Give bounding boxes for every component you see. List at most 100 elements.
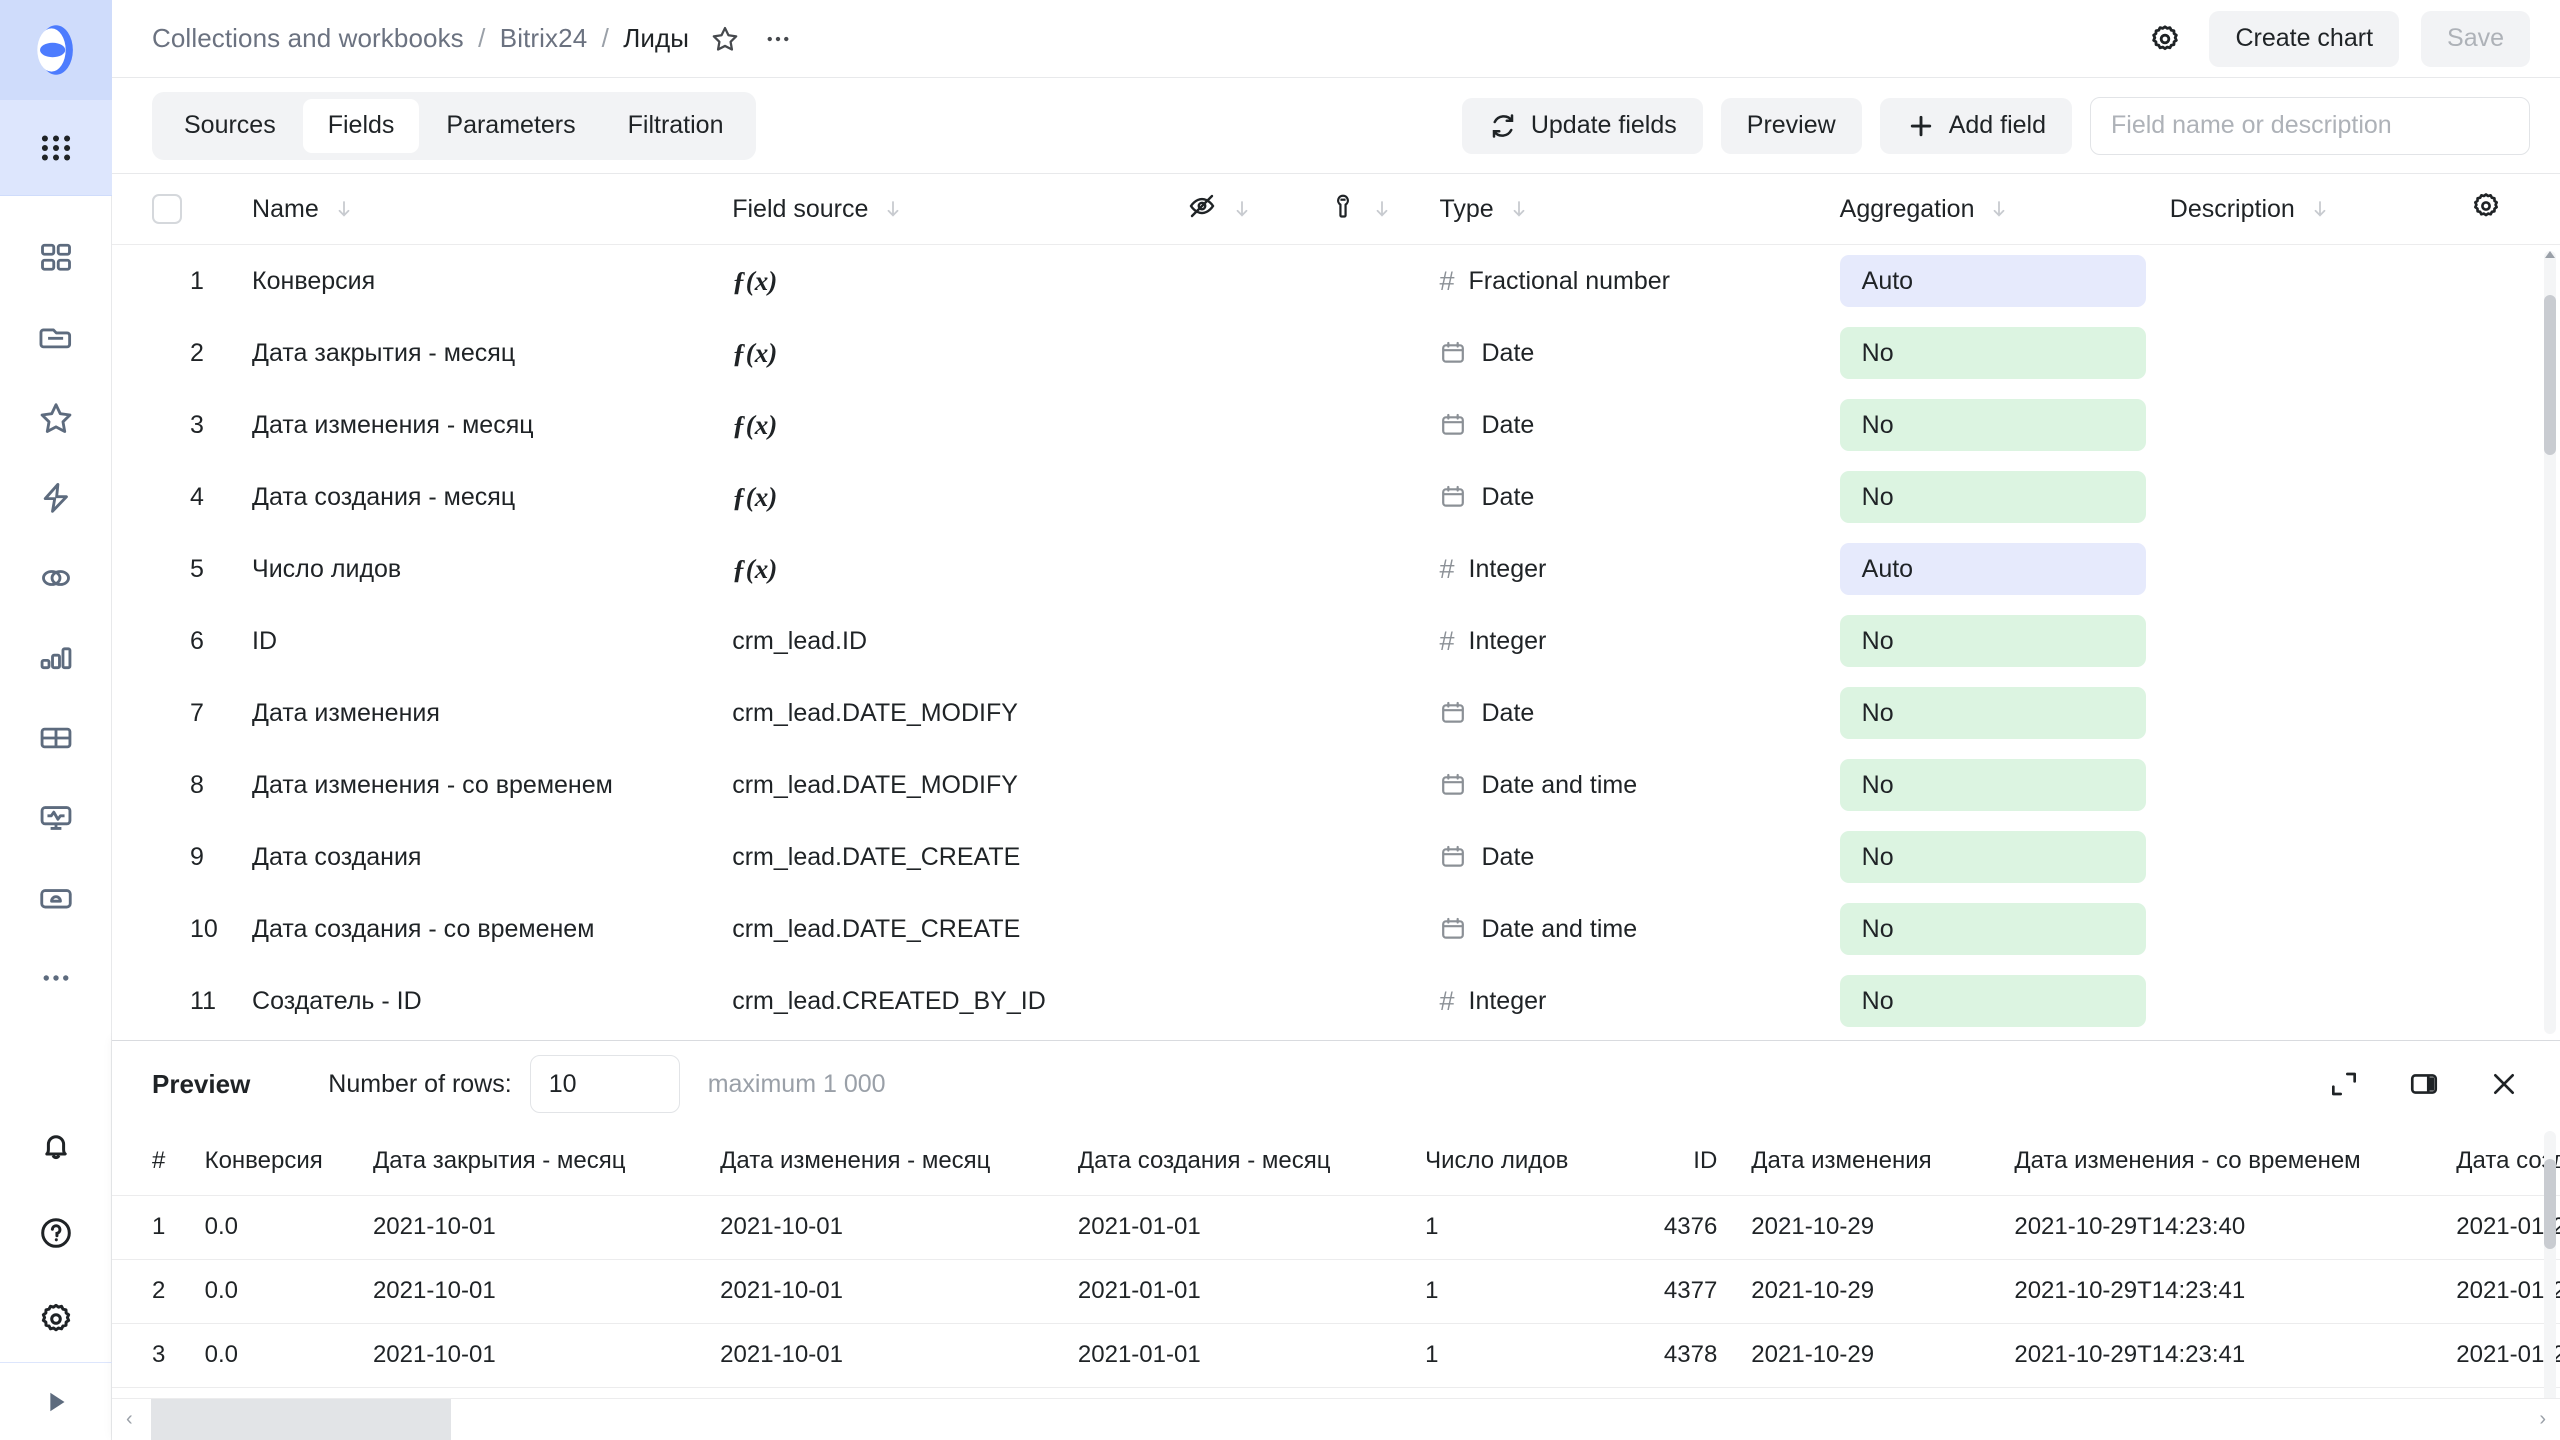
field-name-cell[interactable]: Дата создания - со временем (252, 893, 732, 965)
field-aggregation-cell[interactable]: No (1840, 605, 2170, 677)
preview-horizontal-scrollbar[interactable]: ‹ › (112, 1398, 2560, 1440)
fields-table-body[interactable]: 1Конверсияƒ(x)#Fractional numberAuto2Дат… (112, 245, 2560, 1040)
aggregation-badge[interactable]: Auto (1840, 543, 2146, 595)
formula-icon[interactable]: ƒ(x) (732, 554, 777, 584)
field-aggregation-cell[interactable]: Auto (1840, 245, 2170, 317)
field-type-cell[interactable]: #Fractional number (1439, 245, 1839, 317)
field-aggregation-cell[interactable]: No (1840, 317, 2170, 389)
select-all-checkbox[interactable] (152, 194, 182, 224)
aggregation-badge[interactable]: No (1840, 759, 2146, 811)
field-aggregation-cell[interactable]: No (1840, 677, 2170, 749)
aggregation-badge[interactable]: No (1840, 327, 2146, 379)
arrow-down-icon[interactable] (1370, 197, 1394, 221)
aggregation-badge[interactable]: No (1840, 615, 2146, 667)
field-aggregation-cell[interactable]: No (1840, 965, 2170, 1037)
fields-vertical-scrollbar[interactable] (2544, 251, 2556, 1034)
field-source-cell[interactable]: ƒ(x) (732, 461, 1187, 533)
expand-preview-button[interactable] (2322, 1062, 2366, 1106)
column-header-hidden[interactable] (1187, 174, 1329, 244)
table-row[interactable]: 4Дата создания - месяцƒ(x)DateNo (112, 461, 2560, 533)
page-more-menu[interactable] (763, 24, 793, 54)
field-source-cell[interactable]: ƒ(x) (732, 389, 1187, 461)
field-hidden-cell[interactable] (1187, 533, 1329, 605)
table-row[interactable]: 6IDcrm_lead.ID#IntegerNo (112, 605, 2560, 677)
breadcrumb-workbook[interactable]: Bitrix24 (500, 23, 588, 53)
field-type-cell[interactable]: #Integer (1439, 605, 1839, 677)
field-type-cell[interactable]: Date (1439, 461, 1839, 533)
formula-icon[interactable]: ƒ(x) (732, 482, 777, 512)
field-hidden-cell[interactable] (1187, 677, 1329, 749)
tab-filtration[interactable]: Filtration (603, 99, 749, 153)
field-name-cell[interactable]: Дата закрытия - месяц (252, 317, 732, 389)
breadcrumb-root[interactable]: Collections and workbooks (152, 23, 464, 53)
formula-icon[interactable]: ƒ(x) (732, 410, 777, 440)
sidebar-item-collections[interactable] (0, 298, 112, 378)
arrow-down-icon[interactable] (1987, 197, 2011, 221)
preview-column-header[interactable]: Дата изменения - месяц (720, 1127, 1078, 1195)
rows-count-input[interactable] (530, 1055, 680, 1113)
field-description-cell[interactable] (2170, 677, 2470, 749)
field-description-cell[interactable] (2170, 317, 2470, 389)
field-name-cell[interactable]: Дата изменения - месяц (252, 389, 732, 461)
aggregation-badge[interactable]: Auto (1840, 255, 2146, 307)
table-row[interactable]: 7Дата измененияcrm_lead.DATE_MODIFYDateN… (112, 677, 2560, 749)
preview-data-table[interactable]: #КонверсияДата закрытия - месяцДата изме… (112, 1127, 2560, 1440)
sidebar-item-connections[interactable] (0, 538, 112, 618)
field-source-cell[interactable]: crm_lead.DATE_MODIFY (732, 677, 1187, 749)
sidebar-item-charts[interactable] (0, 618, 112, 698)
preview-column-header[interactable]: Число лидов (1425, 1127, 1614, 1195)
aggregation-badge[interactable]: No (1840, 471, 2146, 523)
sidebar-item-quick-start[interactable] (0, 458, 112, 538)
field-source-cell[interactable]: ƒ(x) (732, 245, 1187, 317)
table-row[interactable]: 3Дата изменения - месяцƒ(x)DateNo (112, 389, 2560, 461)
arrow-down-icon[interactable] (1230, 197, 1254, 221)
preview-column-header[interactable]: Конверсия (205, 1127, 373, 1195)
aggregation-badge[interactable]: No (1840, 975, 2146, 1027)
aggregation-badge[interactable]: No (1840, 903, 2146, 955)
field-aggregation-cell[interactable]: No (1840, 749, 2170, 821)
sidebar-collapse-toggle[interactable] (0, 1362, 112, 1440)
column-settings-header[interactable] (2470, 174, 2560, 244)
add-field-button[interactable]: Add field (1880, 98, 2072, 154)
tab-parameters[interactable]: Parameters (421, 99, 600, 153)
sidebar-item-dashboards[interactable] (0, 218, 112, 298)
field-aggregation-cell[interactable]: Auto (1840, 533, 2170, 605)
table-row[interactable]: 5Число лидовƒ(x)#IntegerAuto (112, 533, 2560, 605)
preview-column-header[interactable]: Дата изменения - со временем (2014, 1127, 2456, 1195)
formula-icon[interactable]: ƒ(x) (732, 266, 777, 296)
field-description-cell[interactable] (2170, 461, 2470, 533)
field-name-cell[interactable]: Конверсия (252, 245, 732, 317)
field-key-cell[interactable] (1329, 821, 1439, 893)
preview-column-header[interactable]: Дата закрытия - месяц (373, 1127, 720, 1195)
preview-column-header[interactable]: ID (1615, 1127, 1752, 1195)
table-row[interactable]: 9Дата созданияcrm_lead.DATE_CREATEDateNo (112, 821, 2560, 893)
tab-fields[interactable]: Fields (303, 99, 420, 153)
field-description-cell[interactable] (2170, 605, 2470, 677)
field-type-cell[interactable]: #Integer (1439, 533, 1839, 605)
aggregation-badge[interactable]: No (1840, 687, 2146, 739)
arrow-down-icon[interactable] (332, 197, 356, 221)
sidebar-item-favorites[interactable] (0, 378, 112, 458)
field-aggregation-cell[interactable]: No (1840, 821, 2170, 893)
field-type-cell[interactable]: Date and time (1439, 893, 1839, 965)
field-type-cell[interactable]: Date (1439, 677, 1839, 749)
field-name-cell[interactable]: ID (252, 605, 732, 677)
sidebar-item-monitoring[interactable] (0, 778, 112, 858)
scroll-up-arrow-icon[interactable] (2544, 249, 2556, 261)
field-description-cell[interactable] (2170, 893, 2470, 965)
field-name-cell[interactable]: Создатель - ID (252, 965, 732, 1037)
field-description-cell[interactable] (2170, 389, 2470, 461)
field-key-cell[interactable] (1329, 677, 1439, 749)
sidebar-item-files[interactable] (0, 858, 112, 938)
arrow-down-icon[interactable] (881, 197, 905, 221)
preview-column-header[interactable]: Дата создания - месяц (1078, 1127, 1425, 1195)
field-name-cell[interactable]: Число лидов (252, 533, 732, 605)
sidebar-settings[interactable] (0, 1276, 112, 1362)
field-hidden-cell[interactable] (1187, 965, 1329, 1037)
preview-button[interactable]: Preview (1721, 98, 1862, 154)
toggle-panel-layout-button[interactable] (2402, 1062, 2446, 1106)
field-aggregation-cell[interactable]: No (1840, 893, 2170, 965)
sidebar-help[interactable] (0, 1190, 112, 1276)
field-key-cell[interactable] (1329, 749, 1439, 821)
field-hidden-cell[interactable] (1187, 749, 1329, 821)
